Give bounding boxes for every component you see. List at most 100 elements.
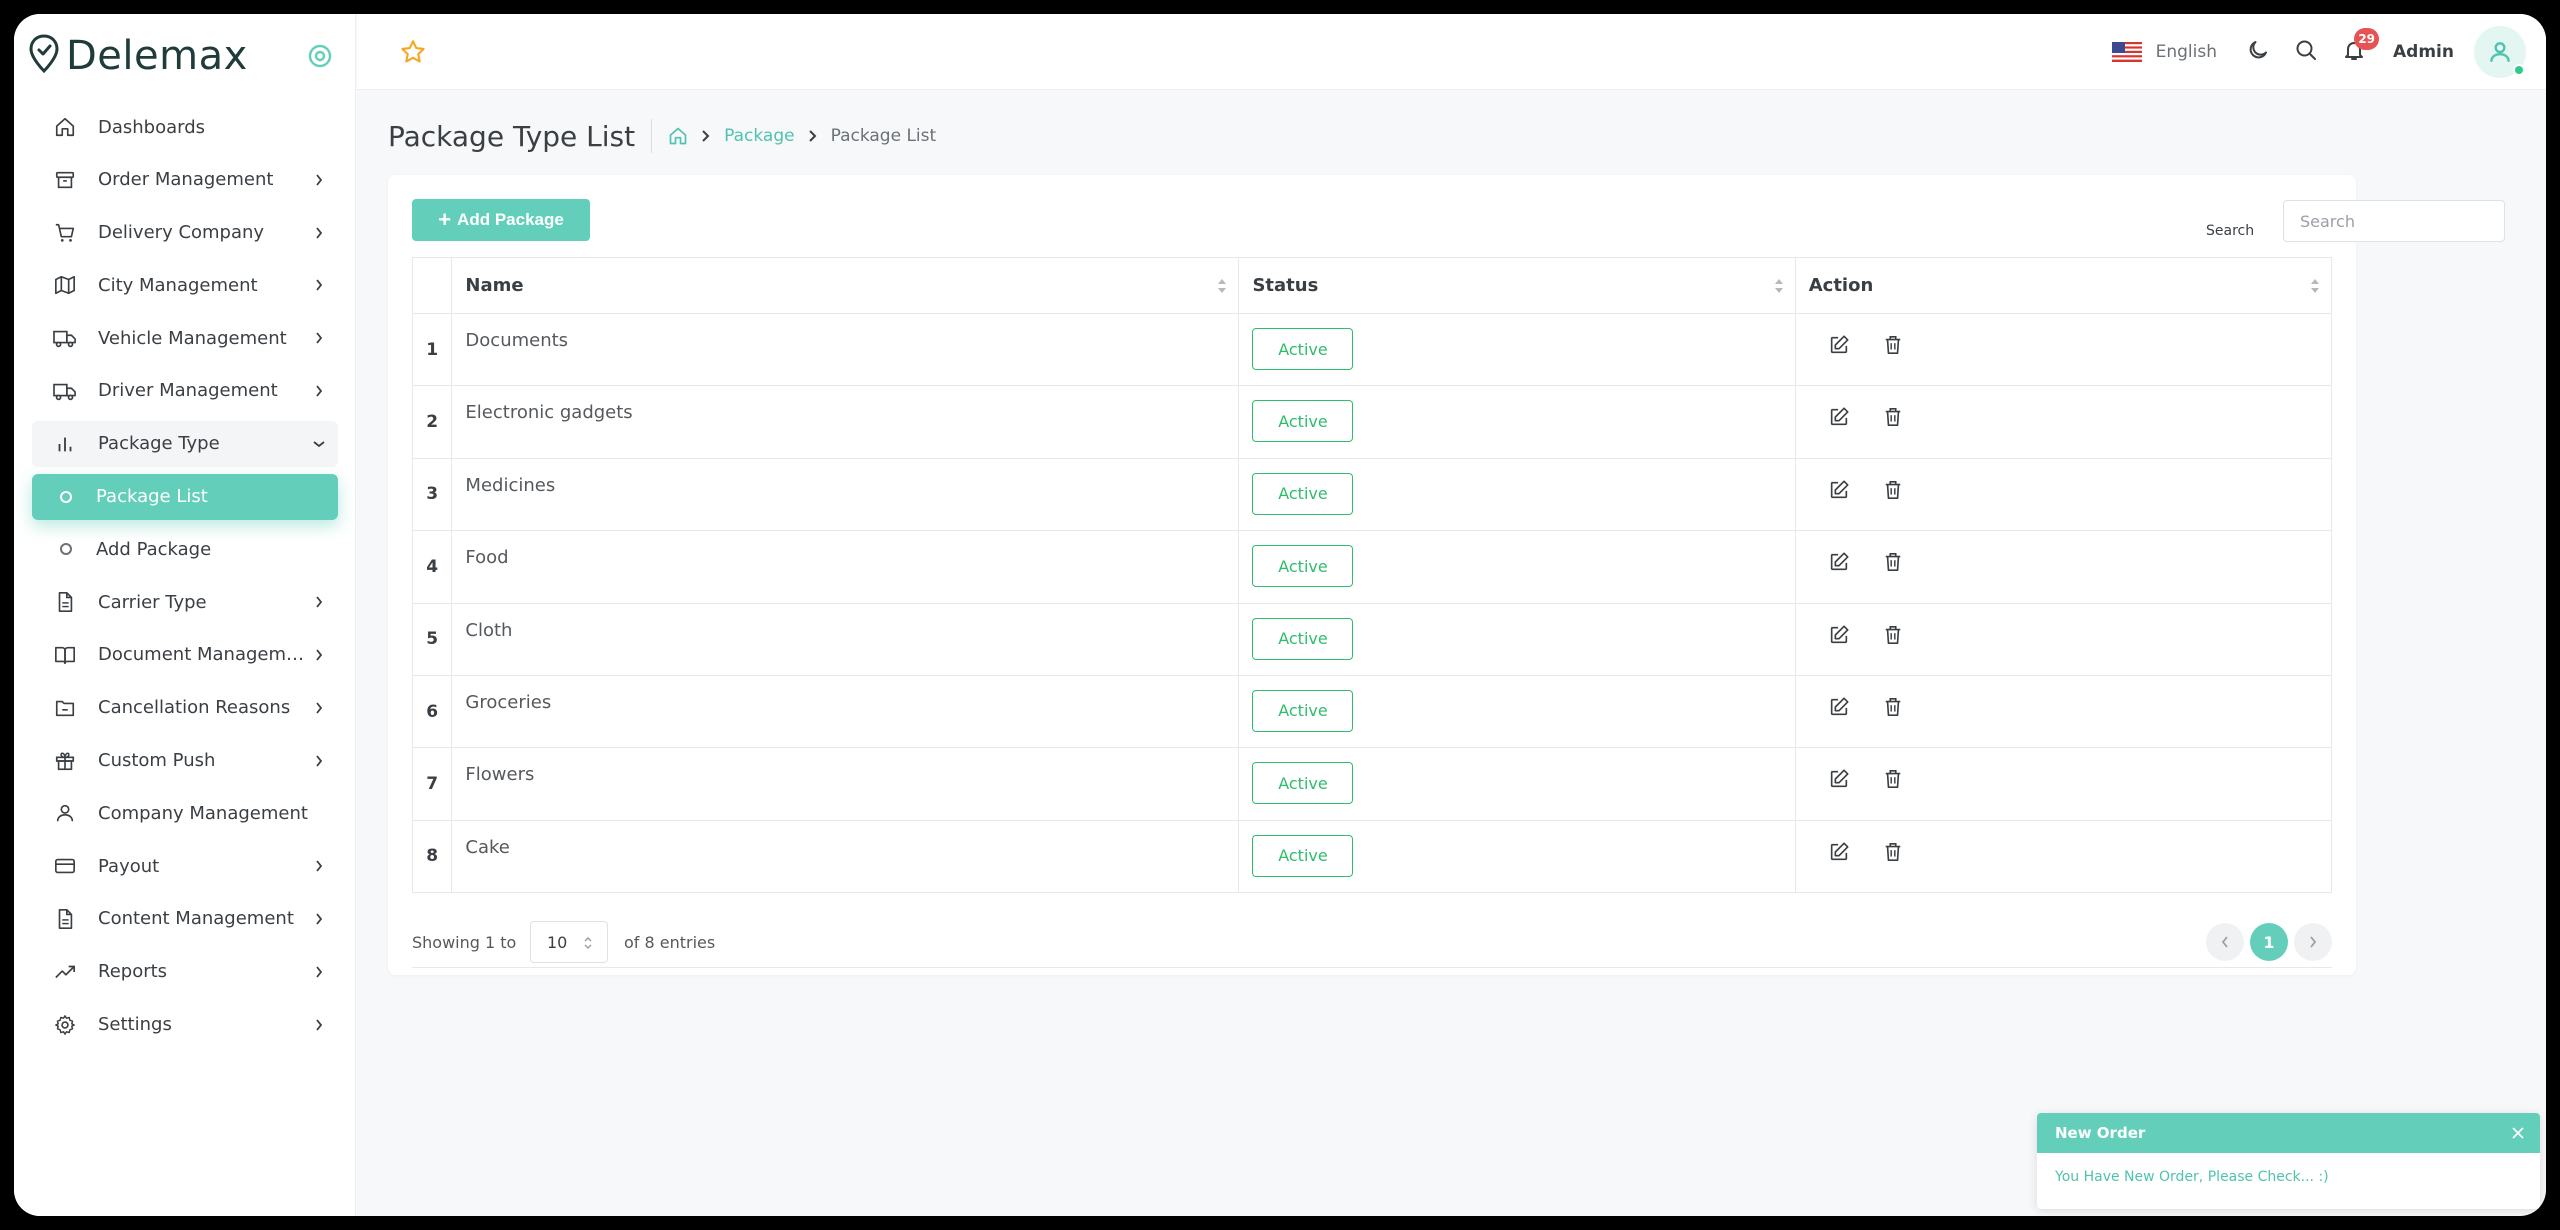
truck-icon <box>52 325 78 351</box>
trash-icon[interactable] <box>1880 404 1906 430</box>
trash-icon[interactable] <box>1880 477 1906 503</box>
status-cell: Active <box>1238 747 1796 821</box>
page-button-current[interactable]: 1 <box>2250 923 2288 961</box>
sidebar-item-driver-management[interactable]: Driver Management <box>32 368 338 414</box>
bar-chart-icon <box>52 431 78 457</box>
sidebar-item-city-management[interactable]: City Management <box>32 262 338 308</box>
close-icon[interactable] <box>2510 1125 2526 1141</box>
status-badge[interactable]: Active <box>1252 834 1354 877</box>
edit-icon[interactable] <box>1826 332 1852 358</box>
sidebar-item-content-management[interactable]: Content Management <box>32 896 338 942</box>
trash-icon[interactable] <box>1880 839 1906 865</box>
action-cell <box>1794 602 2333 676</box>
trash-icon[interactable] <box>1880 332 1906 358</box>
dark-mode-toggle[interactable] <box>2243 37 2273 67</box>
trash-icon[interactable] <box>1880 549 1906 575</box>
column-header-status[interactable]: Status <box>1238 257 1796 314</box>
submenu-item-add-package[interactable]: Add Package <box>32 526 338 572</box>
status-badge[interactable]: Active <box>1252 472 1354 515</box>
sidebar-item-order-management[interactable]: Order Management <box>32 157 338 203</box>
toast-header: New Order <box>2037 1113 2540 1153</box>
action-cell <box>1794 530 2333 604</box>
trash-icon[interactable] <box>1880 766 1906 792</box>
sidebar-item-label: Package Type <box>98 433 220 455</box>
sidebar-item-reports[interactable]: Reports <box>32 949 338 995</box>
brand-logo[interactable]: Delemax <box>28 28 248 84</box>
edit-icon[interactable] <box>1826 404 1852 430</box>
action-cell <box>1794 385 2333 459</box>
chevron-right-icon <box>2310 936 2317 948</box>
search-input[interactable] <box>2283 200 2505 242</box>
column-header-name[interactable]: Name <box>451 257 1240 314</box>
sidebar: Delemax Dashboards Order Management Delive… <box>14 14 356 1216</box>
status-badge[interactable]: Active <box>1252 545 1354 588</box>
table-row: 4 Food Active <box>411 530 2333 604</box>
edit-icon[interactable] <box>1826 766 1852 792</box>
sidebar-item-company-management[interactable]: Company Management <box>32 790 338 836</box>
status-badge[interactable]: Active <box>1252 689 1354 732</box>
status-badge[interactable]: Active <box>1252 328 1354 370</box>
chevron-right-icon <box>312 648 326 662</box>
sidebar-item-package-type[interactable]: Package Type <box>32 420 338 467</box>
package-name: Cake <box>451 819 1240 894</box>
home-icon[interactable] <box>668 126 688 146</box>
status-badge[interactable]: Active <box>1252 400 1354 443</box>
toast-message: You Have New Order, Please Check... :) <box>2055 1169 2329 1185</box>
new-order-toast[interactable]: New Order You Have New Order, Please Che… <box>2037 1113 2540 1209</box>
table-body: 1 Documents Active 2 Electronic gadgets Activ… <box>411 312 2333 894</box>
sidebar-item-label: Company Management <box>98 802 308 824</box>
sidebar-item-payout[interactable]: Payout <box>32 843 338 889</box>
add-package-button[interactable]: + Add Package <box>412 199 590 241</box>
header-divider <box>651 119 653 153</box>
sidebar-toggle-button[interactable] <box>306 42 334 70</box>
sidebar-item-carrier-type[interactable]: Carrier Type <box>32 579 338 625</box>
submenu-item-package-list[interactable]: Package List <box>32 473 338 520</box>
package-table-wrapper: Name Status Action 1 Documents Active 2 … <box>411 257 2492 894</box>
sidebar-item-label: Driver Management <box>98 380 278 402</box>
sidebar-item-vehicle-management[interactable]: Vehicle Management <box>32 315 338 361</box>
sidebar-item-dashboards[interactable]: Dashboards <box>32 104 338 150</box>
chevron-right-icon <box>312 754 326 768</box>
page-size-select[interactable]: 10 <box>530 921 608 963</box>
chevron-right-icon <box>312 331 326 345</box>
sidebar-item-document-management[interactable]: Document Management <box>32 632 338 678</box>
edit-icon[interactable] <box>1826 622 1852 648</box>
breadcrumb-current: Package List <box>830 126 937 146</box>
sidebar-item-cancellation-reasons[interactable]: Cancellation Reasons <box>32 685 338 731</box>
next-page-button[interactable] <box>2294 923 2332 961</box>
chevron-right-icon <box>312 226 326 240</box>
row-index: 3 <box>411 457 453 532</box>
trash-icon[interactable] <box>1880 694 1906 720</box>
sidebar-item-label: Payout <box>98 855 160 877</box>
table-row: 5 Cloth Active <box>411 602 2333 676</box>
edit-icon[interactable] <box>1826 549 1852 575</box>
user-name[interactable]: Admin <box>2393 42 2454 62</box>
toast-title: New Order <box>2055 1124 2146 1142</box>
sidebar-item-custom-push[interactable]: Custom Push <box>32 738 338 784</box>
package-name: Groceries <box>451 674 1240 749</box>
edit-icon[interactable] <box>1826 477 1852 503</box>
star-icon[interactable] <box>397 36 429 68</box>
sort-icon <box>1774 278 1783 293</box>
breadcrumb-link-package[interactable]: Package <box>724 126 794 146</box>
previous-page-button[interactable] <box>2206 923 2244 961</box>
trash-icon[interactable] <box>1880 622 1906 648</box>
sidebar-item-delivery-company[interactable]: Delivery Company <box>32 210 338 256</box>
gear-icon <box>52 1012 78 1038</box>
sidebar-item-settings[interactable]: Settings <box>32 1002 338 1048</box>
notifications-button[interactable]: 29 <box>2339 28 2380 67</box>
column-header-action[interactable]: Action <box>1794 257 2333 314</box>
status-badge[interactable]: Active <box>1252 617 1354 660</box>
language-selector[interactable]: English <box>2111 42 2217 62</box>
search-button[interactable] <box>2291 37 2321 67</box>
edit-icon[interactable] <box>1826 694 1852 720</box>
avatar[interactable] <box>2474 26 2526 78</box>
package-list-card: + Add Package Search Name Status <box>388 175 2505 975</box>
column-header-index <box>411 257 453 314</box>
sidebar-item-label: Settings <box>98 1014 172 1036</box>
sidebar-item-label: Reports <box>98 961 168 983</box>
status-badge[interactable]: Active <box>1252 762 1354 805</box>
edit-icon[interactable] <box>1826 839 1852 865</box>
user-icon <box>52 800 78 826</box>
add-package-label: Add Package <box>457 210 564 229</box>
